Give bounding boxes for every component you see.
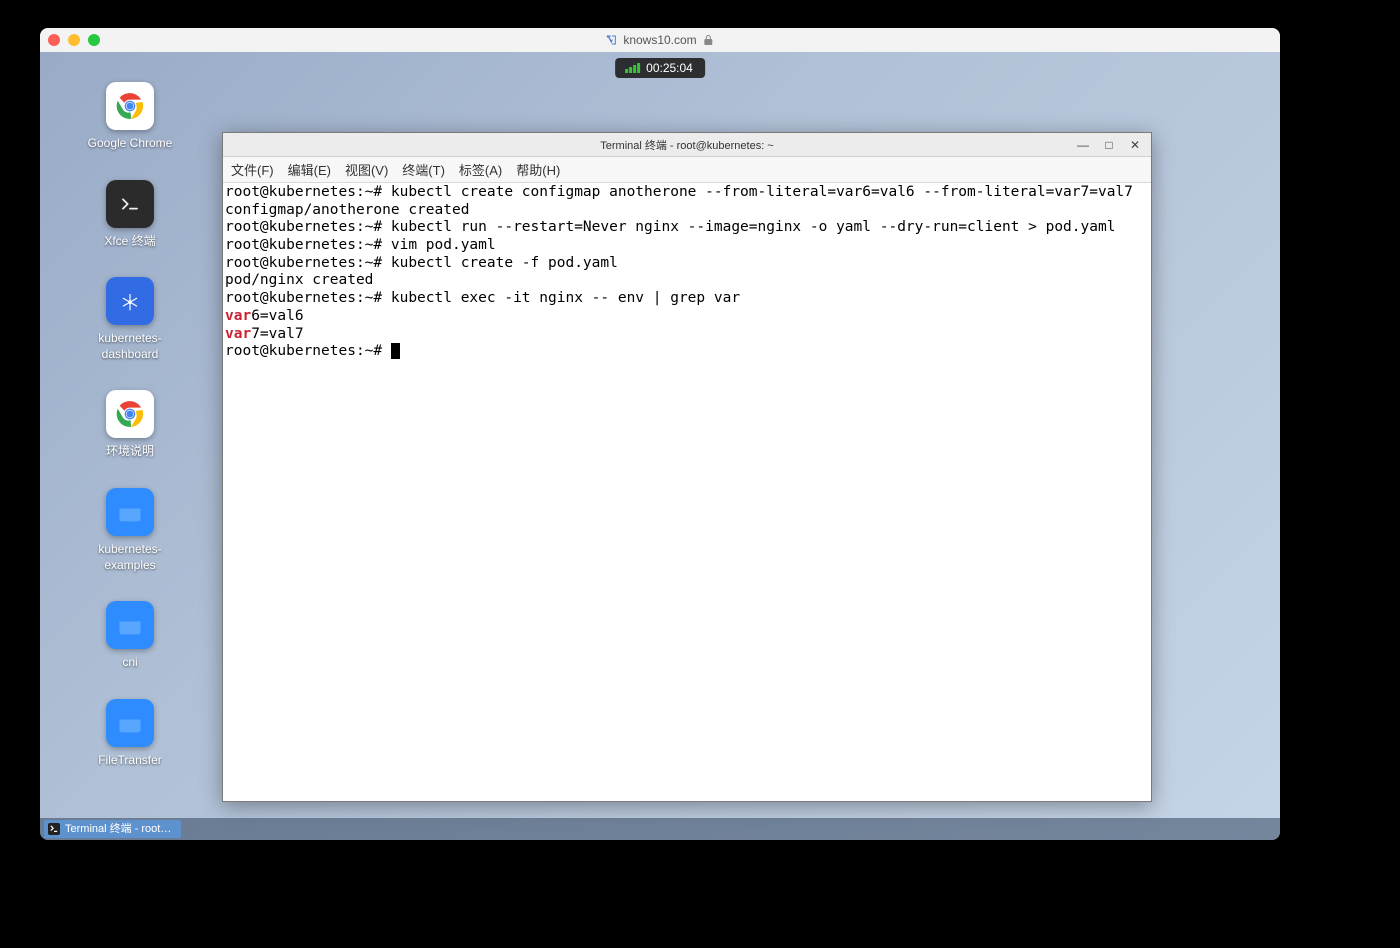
terminal-window[interactable]: Terminal 终端 - root@kubernetes: ~ — □ ✕ 文… bbox=[222, 132, 1152, 802]
folder-icon bbox=[106, 699, 154, 747]
lock-icon bbox=[703, 34, 715, 46]
desktop-icon-label: FileTransfer bbox=[98, 753, 162, 769]
terminal-menu-item[interactable]: 文件(F) bbox=[231, 160, 274, 179]
desktop-icon-kubernetes-examples[interactable]: kubernetes-examples bbox=[70, 488, 190, 573]
terminal-maximize-button[interactable]: □ bbox=[1097, 135, 1121, 155]
desktop-icon-kubernetes-dashboard[interactable]: kubernetes-dashboard bbox=[70, 277, 190, 362]
taskbar-item-terminal[interactable]: Terminal 终端 - root… bbox=[44, 820, 181, 838]
terminal-cursor bbox=[391, 343, 400, 359]
terminal-menu-item[interactable]: 帮助(H) bbox=[516, 160, 560, 179]
session-timer: 00:25:04 bbox=[615, 58, 705, 78]
desktop-icon-label: 环境说明 bbox=[106, 444, 154, 460]
translate-icon bbox=[605, 34, 617, 46]
terminal-menu-item[interactable]: 编辑(E) bbox=[288, 160, 331, 179]
terminal-body[interactable]: root@kubernetes:~# kubectl create config… bbox=[223, 183, 1151, 801]
maximize-window-button[interactable] bbox=[88, 34, 100, 46]
terminal-icon bbox=[48, 823, 60, 835]
folder-icon bbox=[106, 601, 154, 649]
folder-icon bbox=[106, 488, 154, 536]
desktop-icon-env-desc[interactable]: 环境说明 bbox=[70, 390, 190, 460]
kube-icon bbox=[106, 277, 154, 325]
close-window-button[interactable] bbox=[48, 34, 60, 46]
taskbar-item-label: Terminal 终端 - root… bbox=[65, 820, 171, 838]
terminal-close-button[interactable]: ✕ bbox=[1123, 135, 1147, 155]
desktop-icon-google-chrome[interactable]: Google Chrome bbox=[70, 82, 190, 152]
terminal-titlebar[interactable]: Terminal 终端 - root@kubernetes: ~ — □ ✕ bbox=[223, 133, 1151, 157]
desktop-icon-label: Google Chrome bbox=[88, 136, 173, 152]
minimize-window-button[interactable] bbox=[68, 34, 80, 46]
terminal-title: Terminal 终端 - root@kubernetes: ~ bbox=[600, 137, 773, 153]
desktop-icon-file-transfer[interactable]: FileTransfer bbox=[70, 699, 190, 769]
url-display[interactable]: knows10.com bbox=[605, 33, 714, 47]
terminal-menu-item[interactable]: 标签(A) bbox=[459, 160, 502, 179]
taskbar[interactable]: Terminal 终端 - root… bbox=[40, 818, 1280, 840]
url-text: knows10.com bbox=[623, 33, 696, 47]
terminal-icon bbox=[106, 180, 154, 228]
timer-value: 00:25:04 bbox=[646, 61, 693, 75]
desktop-icon-cni[interactable]: cni bbox=[70, 601, 190, 671]
desktop-icon-label: cni bbox=[122, 655, 137, 671]
browser-titlebar[interactable]: knows10.com bbox=[40, 28, 1280, 52]
remote-desktop: 00:25:04 Google Chrome Xfce 终端 kubernetes-… bbox=[40, 52, 1280, 840]
signal-icon bbox=[625, 63, 640, 73]
browser-window: knows10.com 00:25:04 Google Chrome Xfce 终… bbox=[40, 28, 1280, 840]
chrome-icon bbox=[106, 390, 154, 438]
desktop-icon-xfce-terminal[interactable]: Xfce 终端 bbox=[70, 180, 190, 250]
desktop-icon-label: kubernetes-examples bbox=[98, 542, 161, 573]
desktop-icon-label: kubernetes-dashboard bbox=[98, 331, 161, 362]
terminal-menu-item[interactable]: 视图(V) bbox=[345, 160, 388, 179]
chrome-icon bbox=[106, 82, 154, 130]
terminal-menu-item[interactable]: 终端(T) bbox=[402, 160, 445, 179]
desktop-icons: Google Chrome Xfce 终端 kubernetes-dashboard… bbox=[70, 82, 190, 768]
traffic-lights bbox=[48, 34, 100, 46]
terminal-minimize-button[interactable]: — bbox=[1071, 135, 1095, 155]
desktop-icon-label: Xfce 终端 bbox=[104, 234, 155, 250]
terminal-menubar: 文件(F) 编辑(E) 视图(V) 终端(T) 标签(A) 帮助(H) bbox=[223, 157, 1151, 183]
